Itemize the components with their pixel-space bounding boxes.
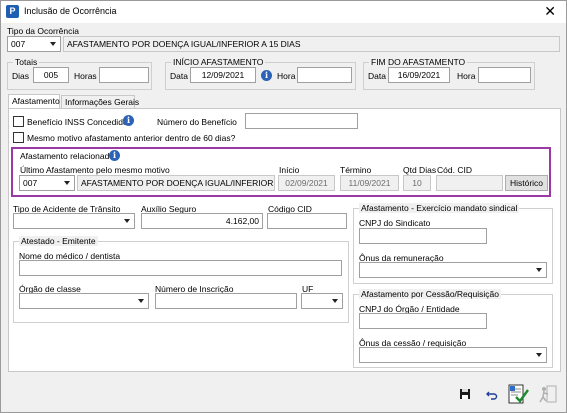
tipo-ocorrencia-description: AFASTAMENTO POR DOENÇA IGUAL/INFERIOR A … — [63, 36, 560, 52]
numero-beneficio-label: Número do Benefício — [157, 117, 237, 127]
tipo-ocorrencia-select[interactable]: 007 — [7, 36, 61, 52]
app-icon: P — [6, 5, 19, 18]
ultimo-afastamento-select[interactable]: 007 — [19, 175, 75, 191]
chevron-down-icon[interactable] — [134, 294, 148, 308]
floppy-disk-icon — [460, 389, 470, 399]
qtd-dias-value: 10 — [403, 175, 431, 191]
auxilio-input[interactable]: 4.162,00 — [141, 213, 263, 229]
document-check-icon — [508, 384, 529, 404]
chevron-down-icon[interactable] — [46, 37, 60, 51]
beneficio-inss-label: Benefício INSS Concedido? — [27, 117, 133, 127]
sindical-label: Afastamento - Exercício mandato sindical — [359, 203, 520, 213]
chevron-down-icon[interactable] — [328, 294, 342, 308]
title-bar: P Inclusão de Ocorrência ✕ — [1, 1, 566, 23]
qtd-dias-label: Qtd Dias — [403, 165, 437, 175]
inicio-label: INÍCIO AFASTAMENTO — [171, 57, 266, 67]
cnpj-orgao-input[interactable] — [359, 313, 487, 329]
relacionado-inicio-label: Início — [279, 165, 300, 175]
chevron-down-icon[interactable] — [120, 214, 134, 228]
mesmo-motivo-label: Mesmo motivo afastamento anterior dentro… — [27, 133, 236, 143]
historico-button[interactable]: Histórico — [505, 175, 548, 191]
dialog-window: P Inclusão de Ocorrência ✕ Tipo da Ocorr… — [0, 0, 567, 413]
fim-hora-label: Hora — [457, 71, 476, 81]
close-button[interactable]: ✕ — [544, 3, 556, 19]
onus-cessao-select[interactable] — [359, 347, 547, 363]
tipo-ocorrencia-label: Tipo da Ocorrência — [7, 26, 79, 36]
onus-remuneracao-select[interactable] — [359, 262, 547, 278]
codigo-cid-input[interactable] — [267, 213, 347, 229]
undo-arrow-icon — [486, 391, 498, 400]
inscricao-input[interactable] — [155, 293, 297, 309]
info-icon[interactable]: i — [261, 70, 272, 81]
numero-beneficio-input[interactable] — [245, 113, 358, 129]
afastamento-relacionado-label: Afastamento relacionado — [20, 151, 115, 161]
chevron-down-icon[interactable] — [532, 348, 546, 362]
ultimo-afastamento-label: Último Afastamento pelo mesmo motivo — [20, 165, 170, 175]
inicio-data-input[interactable]: 12/09/2021 — [190, 67, 256, 83]
fim-data-label: Data — [368, 71, 386, 81]
fim-hora-input[interactable] — [478, 67, 531, 83]
relacionado-inicio-value: 02/09/2021 — [278, 175, 335, 191]
tab-afastamento[interactable]: Afastamento — [8, 94, 60, 109]
cessao-label: Afastamento por Cessão/Requisição — [359, 289, 501, 299]
relacionado-termino-value: 11/09/2021 — [340, 175, 399, 191]
save-button[interactable] — [455, 384, 475, 404]
exit-button[interactable] — [536, 382, 560, 406]
fim-data-input[interactable]: 16/09/2021 — [388, 67, 450, 83]
cnpj-sindicato-label: CNPJ do Sindicato — [359, 218, 431, 228]
transito-select[interactable] — [13, 213, 135, 229]
cod-cid-label: Cód. CID — [437, 165, 472, 175]
inicio-hora-input[interactable] — [297, 67, 352, 83]
inicio-data-label: Data — [170, 71, 188, 81]
ultimo-afastamento-description: AFASTAMENTO POR DOENÇA IGUAL/INFERIOR A … — [77, 175, 275, 191]
chevron-down-icon[interactable] — [532, 263, 546, 277]
chevron-down-icon[interactable] — [60, 176, 74, 190]
mesmo-motivo-checkbox[interactable] — [13, 132, 24, 143]
tab-informacoes-gerais[interactable]: Informações Gerais — [61, 95, 139, 109]
cnpj-sindicato-input[interactable] — [359, 228, 487, 244]
ultimo-afastamento-code: 007 — [23, 178, 38, 188]
info-icon[interactable]: i — [109, 150, 120, 161]
dias-label: Dias — [12, 71, 30, 81]
medico-input[interactable] — [19, 260, 342, 276]
atestado-label: Atestado - Emitente — [19, 236, 98, 246]
window-title: Inclusão de Ocorrência — [24, 6, 117, 16]
horas-input[interactable] — [99, 67, 149, 83]
totais-label: Totais — [13, 57, 40, 67]
inicio-hora-label: Hora — [277, 71, 296, 81]
info-icon[interactable]: i — [123, 115, 134, 126]
uf-select[interactable] — [301, 293, 343, 309]
beneficio-inss-checkbox[interactable] — [13, 116, 24, 127]
orgao-select[interactable] — [19, 293, 149, 309]
fim-label: FIM DO AFASTAMENTO — [369, 57, 468, 67]
confirm-button[interactable] — [506, 382, 530, 406]
undo-button[interactable] — [482, 384, 502, 404]
horas-label: Horas — [74, 71, 97, 81]
tipo-ocorrencia-code: 007 — [11, 39, 26, 49]
cod-cid-value — [436, 175, 503, 191]
dias-input[interactable]: 005 — [33, 67, 69, 83]
person-exit-icon — [539, 385, 557, 403]
relacionado-termino-label: Término — [340, 165, 372, 175]
